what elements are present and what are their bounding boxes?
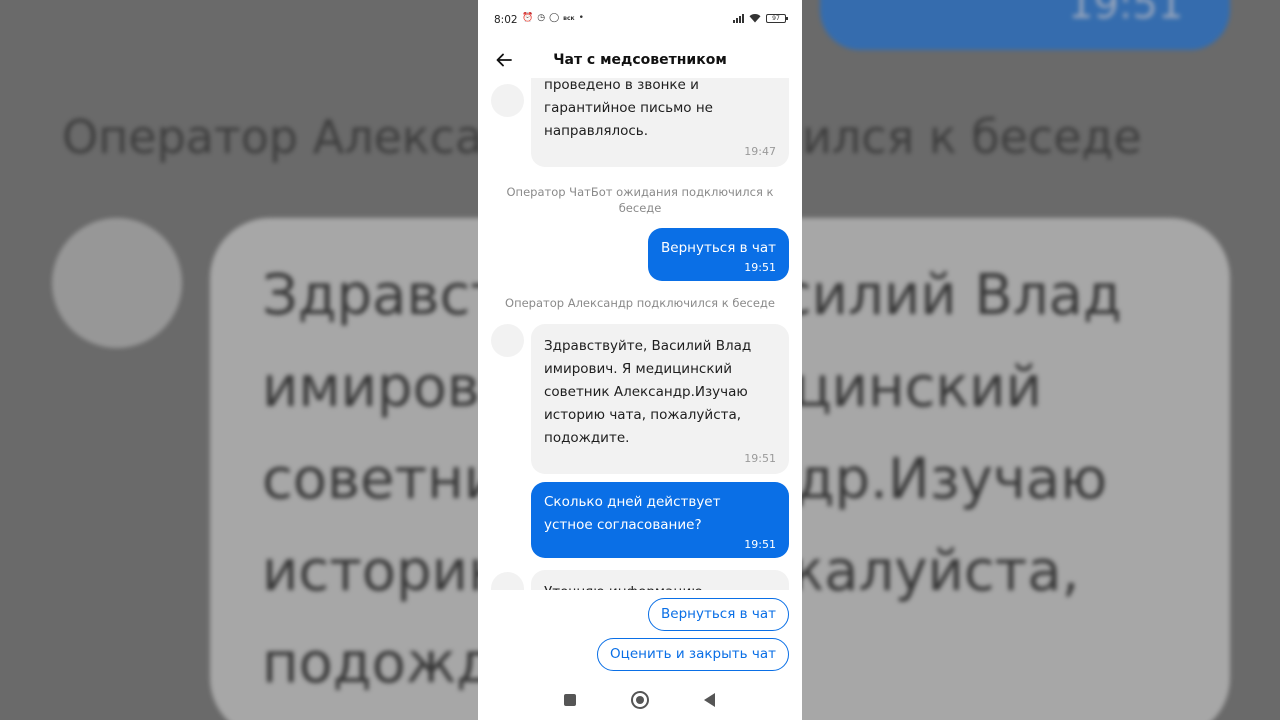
- battery-icon: 97: [766, 13, 788, 23]
- system-nav-bar: [478, 680, 802, 720]
- signal-icon: [733, 13, 744, 23]
- incoming-message: проведено в звонке и гарантийное письмо …: [531, 78, 789, 167]
- message-text: Сколько дней действует устное согласован…: [544, 491, 776, 537]
- vk-icon: вск: [563, 15, 575, 22]
- backdrop-time: 19:51: [1068, 0, 1184, 28]
- system-icons: 97: [733, 13, 788, 23]
- message-line: проведено в звонке и: [544, 78, 699, 93]
- backdrop-avatar: [52, 218, 182, 348]
- system-message: Оператор ЧатБот ожидания подключился к б…: [506, 185, 774, 215]
- message-time: 19:47: [744, 145, 776, 158]
- quick-replies: Вернуться в чат Оценить и закрыть чат: [478, 590, 802, 678]
- message-line: Здравствуйте, Василий Влад: [544, 338, 752, 354]
- system-message: Оператор Александр подключился к беседе: [505, 296, 775, 310]
- operator-avatar: [491, 324, 524, 357]
- incoming-message: Уточняю информацию: [531, 570, 789, 590]
- message-line: Сколько дней действует: [544, 494, 721, 510]
- message-line: устное согласование?: [544, 517, 702, 533]
- recents-button[interactable]: [564, 694, 576, 706]
- message-list[interactable]: проведено в звонке и гарантийное письмо …: [478, 78, 802, 590]
- status-bar: 8:02 ⏰ ◷ ◯ вск • 97: [478, 0, 802, 38]
- home-button[interactable]: [631, 691, 649, 709]
- chat-header: Чат с медсоветником: [478, 40, 802, 80]
- phone-screen: 8:02 ⏰ ◷ ◯ вск • 97 Чат с медсоветником: [478, 0, 802, 720]
- outgoing-message: Вернуться в чат 19:51: [648, 228, 789, 281]
- message-line: гарантийное письмо не: [544, 100, 713, 116]
- message-time: 19:51: [744, 452, 776, 465]
- wifi-icon: [749, 14, 761, 23]
- status-time: 8:02: [494, 14, 518, 26]
- message-line: направлялось.: [544, 123, 649, 139]
- message-line: советник Александр.Изучаю: [544, 384, 748, 400]
- whatsapp-icon: ◯: [549, 13, 560, 23]
- incoming-message: Здравствуйте, Василий Влад имирович. Я м…: [531, 324, 789, 474]
- message-text: проведено в звонке и гарантийное письмо …: [544, 78, 776, 143]
- rate-and-close-button[interactable]: Оценить и закрыть чат: [597, 638, 789, 671]
- clock-icon: ◷: [537, 13, 546, 23]
- notification-icons: ⏰ ◷ ◯ вск •: [522, 13, 584, 24]
- message-line: подождите.: [544, 430, 630, 446]
- nav-back-button[interactable]: [704, 693, 715, 707]
- alarm-icon: ⏰: [522, 13, 534, 23]
- message-text: Здравствуйте, Василий Влад имирович. Я м…: [544, 335, 776, 450]
- outgoing-message: Сколько дней действует устное согласован…: [531, 482, 789, 558]
- message-text: Вернуться в чат: [661, 240, 776, 256]
- message-time: 19:51: [744, 538, 776, 551]
- operator-avatar: [491, 572, 524, 590]
- return-to-chat-button[interactable]: Вернуться в чат: [648, 598, 789, 631]
- message-line: имирович. Я медицинский: [544, 361, 733, 377]
- operator-avatar: [491, 84, 524, 117]
- message-line: историю чата, пожалуйста,: [544, 407, 742, 423]
- more-notifications-icon: •: [578, 13, 584, 23]
- message-time: 19:51: [744, 261, 776, 274]
- chat-title: Чат с медсоветником: [553, 52, 727, 68]
- message-text: Уточняю информацию: [544, 581, 776, 590]
